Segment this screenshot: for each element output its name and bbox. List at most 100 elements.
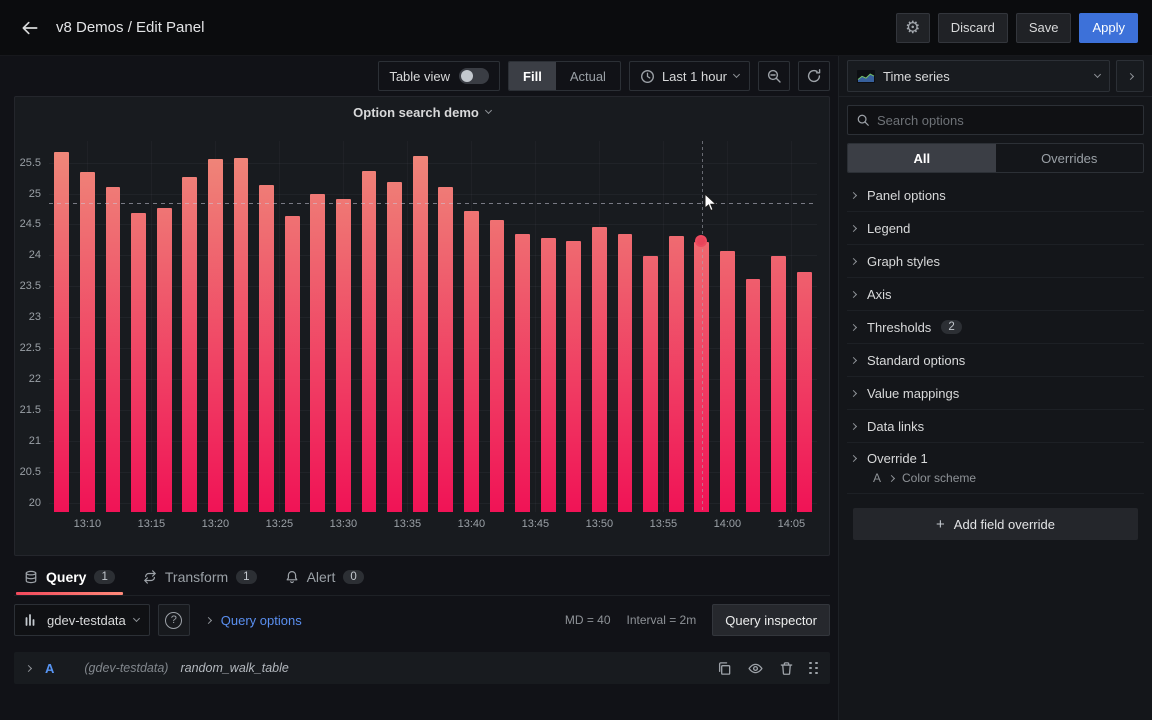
- x-gridline: [279, 141, 281, 512]
- query-row-expander[interactable]: [24, 664, 33, 672]
- transform-icon: [144, 570, 156, 584]
- option-standard-options[interactable]: Standard options: [847, 344, 1144, 377]
- datasource-name: gdev-testdata: [47, 612, 126, 628]
- query-row-actions: [717, 661, 818, 676]
- tab-transform-count: 1: [236, 570, 257, 584]
- datasource-icon: [25, 614, 35, 626]
- refresh-icon: [807, 69, 821, 83]
- tab-alert[interactable]: Alert 0: [275, 559, 374, 595]
- visualization-name: Time series: [883, 68, 950, 84]
- option-label: Data links: [867, 418, 925, 434]
- chart-plot[interactable]: [49, 141, 817, 512]
- hide-query-icon[interactable]: [747, 661, 764, 676]
- option-data-links[interactable]: Data links: [847, 410, 1144, 443]
- chart-bar: [335, 198, 351, 512]
- zoom-out-button[interactable]: [758, 61, 790, 91]
- y-tick-label: 20.5: [19, 465, 41, 478]
- chart-bar: [233, 158, 249, 512]
- option-label: Legend: [867, 220, 911, 236]
- discard-button[interactable]: Discard: [937, 12, 1008, 43]
- time-range-label: Last 1 hour: [661, 68, 727, 84]
- database-icon: [25, 570, 37, 584]
- option-label: Value mappings: [867, 385, 960, 401]
- add-field-override-button[interactable]: + Add field override: [853, 508, 1138, 540]
- tab-query-count: 1: [94, 570, 115, 584]
- option-legend[interactable]: Legend: [847, 212, 1144, 245]
- interval-value: Interval = 2m: [626, 613, 697, 627]
- y-tick-label: 23.5: [19, 280, 41, 293]
- override-property: Color scheme: [902, 471, 977, 485]
- chart-bar: [617, 234, 633, 512]
- chevron-right-icon: [849, 454, 858, 463]
- collapse-pane-button[interactable]: [1116, 60, 1144, 92]
- chart-bar: [591, 226, 607, 512]
- tab-transform-label: Transform: [164, 569, 229, 585]
- time-range-picker[interactable]: Last 1 hour: [628, 61, 750, 91]
- sidebar-header: Time series: [839, 56, 1152, 97]
- crosshair-line: [701, 141, 703, 512]
- timeseries-viz-icon: [857, 69, 875, 83]
- y-tick-label: 21: [28, 434, 41, 447]
- back-button[interactable]: [14, 12, 46, 44]
- apply-button[interactable]: Apply: [1079, 12, 1138, 43]
- x-tick-label: 14:00: [713, 518, 742, 530]
- fill-actual-segmented: Fill Actual: [508, 61, 621, 91]
- option-override-1[interactable]: Override 1 A Color scheme: [847, 443, 1144, 494]
- options-search-input[interactable]: [877, 112, 1135, 128]
- mouse-cursor: [704, 193, 718, 212]
- tab-query[interactable]: Query 1: [14, 559, 125, 595]
- option-panel-options[interactable]: Panel options: [847, 179, 1144, 212]
- option-graph-styles[interactable]: Graph styles: [847, 245, 1144, 278]
- panel-title-menu[interactable]: Option search demo: [15, 97, 829, 127]
- chart-bar: [105, 187, 121, 512]
- header-bar: v8 Demos / Edit Panel ⚙ Discard Save App…: [0, 0, 1152, 56]
- refresh-button[interactable]: [798, 61, 830, 91]
- chevron-down-icon: [732, 70, 741, 79]
- option-axis[interactable]: Axis: [847, 278, 1144, 311]
- chart-bar: [310, 194, 326, 512]
- table-view-toggle[interactable]: Table view: [378, 61, 501, 91]
- option-value-mappings[interactable]: Value mappings: [847, 377, 1144, 410]
- chevron-right-icon: [849, 224, 858, 232]
- chart-bar: [719, 251, 735, 512]
- y-tick-label: 22: [28, 373, 41, 386]
- drag-handle-icon[interactable]: [809, 661, 818, 675]
- chevron-down-icon: [132, 614, 140, 623]
- x-gridline: [791, 141, 793, 512]
- visualization-select[interactable]: Time series: [847, 60, 1110, 92]
- panel-settings-button[interactable]: ⚙: [895, 12, 930, 43]
- tab-all[interactable]: All: [848, 144, 996, 172]
- chevron-right-icon: [849, 257, 858, 265]
- tab-transform[interactable]: Transform 1: [133, 559, 267, 595]
- datasource-help-button[interactable]: ?: [157, 604, 190, 636]
- chart-bar: [182, 176, 198, 512]
- chart-bar: [79, 171, 95, 512]
- query-row[interactable]: A (gdev-testdata) random_walk_table: [14, 652, 830, 684]
- x-tick-label: 13:35: [393, 518, 422, 530]
- query-inspector-button[interactable]: Query inspector: [712, 604, 830, 636]
- x-gridline: [151, 141, 153, 512]
- actual-option[interactable]: Actual: [556, 62, 620, 90]
- duplicate-query-icon[interactable]: [717, 661, 732, 676]
- option-label: Panel options: [867, 187, 946, 203]
- option-label: Override 1: [867, 451, 928, 466]
- fill-option[interactable]: Fill: [509, 62, 556, 90]
- x-gridline: [535, 141, 537, 512]
- chevron-right-icon: [849, 323, 858, 331]
- save-button[interactable]: Save: [1015, 12, 1072, 43]
- query-options-expander[interactable]: Query options: [204, 613, 302, 628]
- x-tick-label: 13:50: [585, 518, 614, 530]
- option-label: Standard options: [867, 352, 966, 368]
- options-search[interactable]: [847, 105, 1144, 135]
- delete-query-icon[interactable]: [779, 661, 794, 676]
- datasource-picker[interactable]: gdev-testdata: [14, 604, 150, 636]
- tab-overrides[interactable]: Overrides: [996, 144, 1144, 172]
- table-view-switch[interactable]: [459, 68, 490, 84]
- chevron-right-icon: [887, 474, 896, 482]
- chevron-right-icon: [1126, 72, 1134, 80]
- chart-bar: [566, 240, 582, 512]
- query-stats: MD = 40 Interval = 2m: [565, 613, 696, 627]
- option-thresholds[interactable]: Thresholds 2: [847, 311, 1144, 344]
- x-axis: 13:10 13:15 13:20 13:25 13:30 13:35 13:40 13:45…: [49, 518, 817, 534]
- query-section-tabs: Query 1 Transform 1 Alert 0: [14, 556, 830, 596]
